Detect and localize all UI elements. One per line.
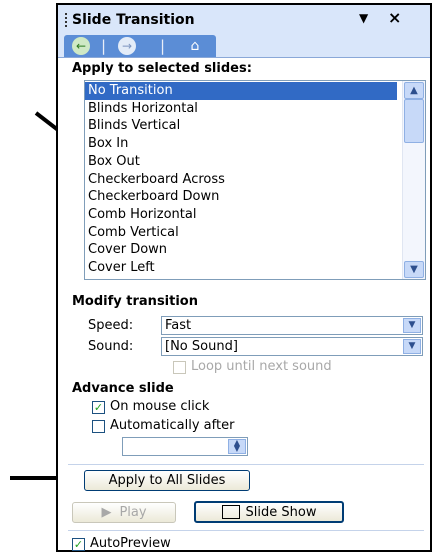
- pane-content: Apply to selected slides: ▲ ▼ No Transit…: [58, 57, 430, 551]
- slide-transition-pane: Slide Transition ▼ × ← | → | ⌂ Apply to …: [56, 3, 432, 552]
- auto-advance-label: Automatically after: [110, 418, 235, 433]
- nav-separator: |: [101, 37, 107, 55]
- transition-list-item[interactable]: Cover Left: [85, 259, 397, 277]
- on-mouse-click-label: On mouse click: [110, 399, 210, 414]
- transition-list-item[interactable]: Blinds Horizontal: [85, 100, 397, 118]
- sound-label: Sound:: [88, 339, 134, 354]
- sound-dropdown[interactable]: [No Sound] ▼: [161, 337, 423, 356]
- back-icon[interactable]: ←: [72, 37, 90, 55]
- divider: [68, 464, 424, 465]
- speed-dropdown[interactable]: Fast ▼: [161, 316, 423, 335]
- transition-listbox[interactable]: ▲ ▼ No Transition Blinds Horizontal Blinds…: [84, 80, 426, 280]
- loop-label: Loop until next sound: [191, 359, 332, 374]
- transition-list-item[interactable]: Checkerboard Across: [85, 171, 397, 189]
- transition-list-item[interactable]: Box In: [85, 135, 397, 153]
- grip-icon[interactable]: [65, 13, 69, 27]
- close-icon[interactable]: ×: [388, 8, 401, 27]
- transition-list-item[interactable]: No Transition: [85, 82, 397, 100]
- forward-icon[interactable]: →: [118, 37, 136, 55]
- spinner-arrows-icon[interactable]: ▲ ▼: [228, 439, 246, 454]
- loop-checkbox[interactable]: [173, 361, 186, 374]
- nav-separator: |: [160, 37, 166, 55]
- autopreview-label: AutoPreview: [90, 536, 171, 551]
- scroll-down-icon[interactable]: ▼: [404, 261, 424, 278]
- play-icon: ▶: [101, 505, 112, 520]
- transition-list-item[interactable]: Cover Right: [85, 277, 397, 279]
- speed-label: Speed:: [88, 318, 134, 333]
- pane-titlebar: Slide Transition ▼ ×: [58, 5, 430, 35]
- scroll-thumb[interactable]: [404, 99, 424, 143]
- auto-advance-checkbox[interactable]: [92, 420, 105, 433]
- autopreview-checkbox[interactable]: ✓: [72, 538, 85, 551]
- chevron-down-icon[interactable]: ▼: [403, 339, 421, 354]
- apply-heading: Apply to selected slides:: [72, 61, 252, 76]
- slide-show-label: Slide Show: [245, 505, 317, 520]
- speed-value: Fast: [165, 318, 192, 333]
- transition-list-item[interactable]: Blinds Vertical: [85, 117, 397, 135]
- on-mouse-click-checkbox[interactable]: ✓: [92, 401, 105, 414]
- divider: [68, 530, 424, 531]
- auto-advance-time-spinner[interactable]: ▲ ▼: [122, 437, 248, 456]
- transition-list-item[interactable]: Box Out: [85, 153, 397, 171]
- modify-heading: Modify transition: [72, 294, 198, 309]
- slide-show-button[interactable]: Slide Show: [194, 501, 344, 523]
- transition-list-item[interactable]: Comb Horizontal: [85, 206, 397, 224]
- sound-value: [No Sound]: [165, 339, 238, 354]
- chevron-down-icon[interactable]: ▼: [403, 318, 421, 333]
- advance-heading: Advance slide: [72, 381, 174, 396]
- pane-nav-bar: ← | → | ⌂: [64, 35, 216, 57]
- pane-menu-dropdown-icon[interactable]: ▼: [359, 11, 368, 25]
- play-button[interactable]: ▶ Play: [72, 502, 176, 523]
- home-icon[interactable]: ⌂: [186, 37, 204, 55]
- play-label: Play: [119, 505, 147, 520]
- scroll-up-icon[interactable]: ▲: [404, 82, 424, 99]
- pane-title: Slide Transition: [72, 12, 195, 28]
- apply-to-all-slides-button[interactable]: Apply to All Slides: [84, 470, 250, 491]
- transition-list-item[interactable]: Checkerboard Down: [85, 188, 397, 206]
- list-scrollbar[interactable]: ▲ ▼: [402, 81, 425, 279]
- slide-show-icon: [221, 504, 240, 519]
- transition-list-item[interactable]: Cover Down: [85, 241, 397, 259]
- transition-list-item[interactable]: Comb Vertical: [85, 224, 397, 242]
